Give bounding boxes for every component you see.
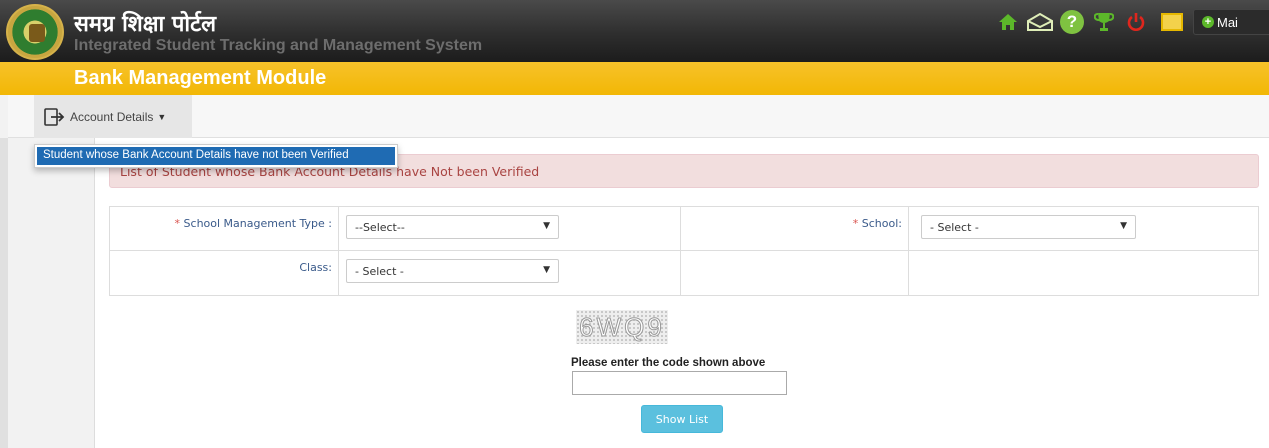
account-details-label: Account Details [70,109,154,124]
sign-in-icon [44,107,65,126]
captcha-prompt: Please enter the code shown above [571,357,766,369]
class-label: Class: [299,261,332,274]
top-header: समग्र शिक्षा पोर्टल Integrated Student T… [0,0,1269,62]
plus-icon: + [1202,16,1214,28]
power-icon[interactable] [1123,9,1149,35]
dropdown-arrow-icon: ▼ [543,265,550,275]
filter-form: * School Management Type : --Select-- ▼ *… [109,206,1259,296]
account-details-menu[interactable]: Account Details ▼ [34,95,192,138]
trophy-icon[interactable] [1091,9,1117,35]
government-logo [6,4,64,60]
main-menu-button[interactable]: + Mai [1193,9,1269,35]
show-list-button[interactable]: Show List [641,405,723,433]
account-details-dropdown: Student whose Bank Account Details have … [34,144,398,168]
dropdown-arrow-icon: ▼ [543,221,550,231]
school-label: * School: [852,217,902,230]
id-card-icon[interactable] [1161,13,1183,31]
school-select[interactable]: - Select - ▼ [921,215,1136,239]
cell: Class: [110,251,339,295]
caret-down-icon: ▼ [157,111,167,122]
school-management-type-select[interactable]: --Select-- ▼ [346,215,559,239]
cell: - Select - ▼ [339,251,681,295]
menu-bar: Account Details ▼ [8,95,1269,138]
portal-subtitle: Integrated Student Tracking and Manageme… [74,37,483,54]
left-strip [0,138,8,448]
cell: * School Management Type : [110,207,339,251]
main-content: List of Student whose Bank Account Detai… [94,138,1269,448]
portal-title: समग्र शिक्षा पोर्टल [74,12,217,37]
captcha-image: 6WQ9 [576,310,668,344]
main-menu-label: Mai [1217,14,1238,30]
help-icon[interactable]: ? [1059,9,1085,35]
header-icon-bar: ? + Mai [989,8,1269,36]
captcha-input[interactable] [572,371,787,395]
school-management-type-label: * School Management Type : [174,217,332,230]
class-select[interactable]: - Select - ▼ [346,259,559,283]
cell [909,251,1258,295]
dropdown-arrow-icon: ▼ [1120,221,1127,231]
cell: - Select - ▼ [909,207,1258,251]
cell [681,251,909,295]
module-bar: Bank Management Module [0,62,1269,95]
cell: * School: [681,207,909,251]
cell: --Select-- ▼ [339,207,681,251]
module-title: Bank Management Module [74,67,327,89]
home-icon[interactable] [995,9,1021,35]
dropdown-item-unverified-accounts[interactable]: Student whose Bank Account Details have … [37,147,395,165]
mail-icon[interactable] [1027,9,1053,35]
